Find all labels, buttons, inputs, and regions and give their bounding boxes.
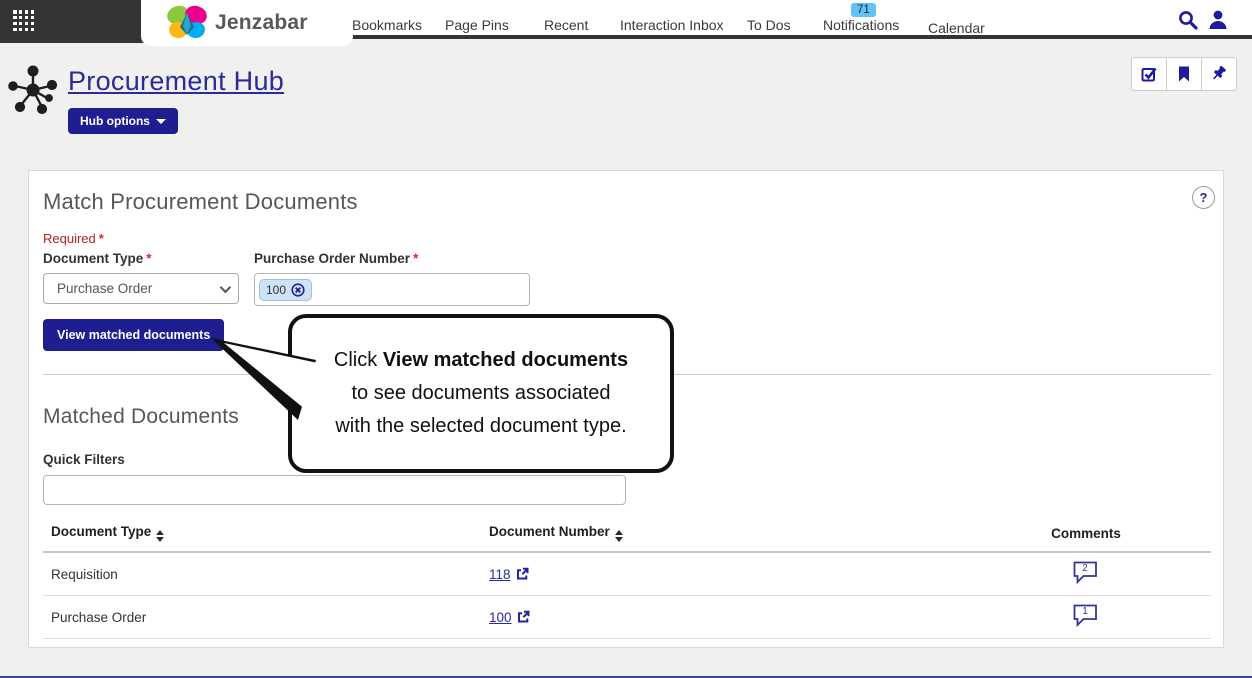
column-document-type[interactable]: Document Type [43, 517, 481, 552]
external-link-icon[interactable] [516, 610, 530, 624]
nav-page-pins[interactable]: Page Pins [445, 17, 509, 33]
callout-line-2: to see documents associated [292, 377, 670, 410]
chevron-down-icon [156, 119, 166, 124]
nav-recent[interactable]: Recent [544, 17, 588, 33]
required-asterisk: * [99, 231, 104, 246]
pin-button[interactable] [1201, 57, 1237, 91]
top-navbar: Jenzabar Bookmarks Page Pins Recent Inte… [0, 0, 1252, 47]
sort-icon[interactable] [615, 530, 623, 542]
po-number-tag: 100 [259, 279, 312, 301]
nav-notifications[interactable]: Notifications [823, 17, 899, 33]
document-type-select[interactable]: Purchase Order [43, 273, 239, 304]
document-type-value: Purchase Order [57, 281, 152, 296]
external-link-icon[interactable] [515, 567, 529, 581]
document-type-label: Document Type* [43, 251, 152, 266]
callout-line-1: Click View matched documents [292, 344, 670, 377]
quick-filters-input[interactable] [43, 475, 626, 505]
help-button[interactable]: ? [1192, 186, 1215, 209]
match-procurement-card: Match Procurement Documents ? Required* … [28, 170, 1224, 648]
search-icon[interactable] [1177, 9, 1199, 36]
po-number-input[interactable]: 100 [254, 273, 530, 306]
instruction-callout: Click View matched documents to see docu… [288, 314, 674, 473]
match-section-title: Match Procurement Documents [43, 189, 358, 215]
check-square-icon [1140, 65, 1158, 83]
required-note: Required* [43, 231, 104, 246]
user-icon[interactable] [1207, 8, 1229, 36]
table-row: Requisition 118 [43, 552, 1211, 596]
po-number-label: Purchase Order Number* [254, 251, 418, 266]
column-comments: Comments [961, 517, 1211, 552]
chevron-down-icon [220, 281, 231, 292]
document-number-link[interactable]: 118 [489, 567, 511, 582]
page-action-buttons [1131, 57, 1237, 91]
view-matched-documents-button[interactable]: View matched documents [43, 319, 224, 351]
hub-options-label: Hub options [80, 114, 150, 128]
hub-options-button[interactable]: Hub options [68, 108, 178, 134]
callout-line-3: with the selected document type. [292, 410, 670, 443]
document-type-cell: Requisition [43, 552, 481, 596]
circle-x-icon[interactable] [291, 283, 305, 297]
nav-calendar[interactable]: Calendar [928, 20, 985, 36]
matched-documents-title: Matched Documents [43, 405, 239, 429]
nav-interaction-inbox[interactable]: Interaction Inbox [620, 17, 724, 33]
procurement-hub-icon [6, 62, 58, 125]
jenzabar-logo[interactable]: Jenzabar [141, 0, 353, 46]
bookmark-icon [1176, 65, 1192, 83]
document-type-cell: Purchase Order [43, 596, 481, 639]
bookmark-button[interactable] [1166, 57, 1202, 91]
matched-documents-table: Document Type Document Number Comments R… [43, 517, 1211, 639]
comments-button[interactable]: 1 [1073, 604, 1099, 627]
nav-to-dos[interactable]: To Dos [747, 17, 791, 33]
comment-count: 1 [1073, 606, 1097, 617]
app-launcher-button[interactable] [0, 0, 150, 43]
jenzabar-butterfly-logo [165, 5, 209, 41]
table-header-row: Document Type Document Number Comments [43, 517, 1211, 552]
logo-text: Jenzabar [215, 11, 308, 35]
table-row: Purchase Order 100 [43, 596, 1211, 639]
comments-button[interactable]: 2 [1073, 561, 1099, 584]
tasks-button[interactable] [1131, 57, 1167, 91]
sort-icon[interactable] [156, 530, 164, 542]
quick-filters-label: Quick Filters [43, 452, 125, 467]
comment-count: 2 [1073, 563, 1097, 574]
document-number-link[interactable]: 100 [489, 610, 512, 625]
pin-icon [1210, 65, 1228, 83]
app-grid-icon [13, 10, 35, 32]
nav-bookmarks[interactable]: Bookmarks [352, 17, 422, 33]
column-document-number[interactable]: Document Number [481, 517, 961, 552]
notifications-count-badge: 71 [851, 3, 876, 17]
page-title-link[interactable]: Procurement Hub [68, 66, 284, 97]
